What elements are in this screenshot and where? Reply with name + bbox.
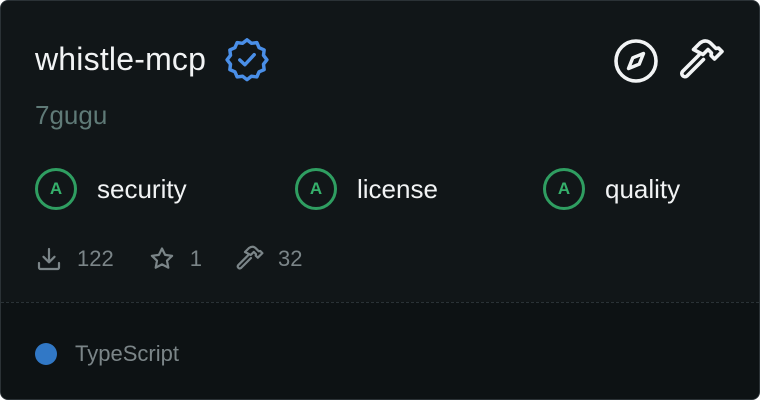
grade-security[interactable]: A security — [35, 165, 187, 213]
grade-badge: A — [35, 168, 77, 210]
download-count: 122 — [77, 246, 114, 271]
stats-row: 122 1 32 — [35, 241, 336, 277]
stat-stars: 1 — [148, 244, 202, 274]
download-icon — [37, 247, 61, 271]
card-actions — [613, 38, 725, 84]
stat-downloads: 122 — [35, 244, 114, 274]
grade-row: A security A license A quality — [35, 165, 735, 213]
stat-tools: 32 — [236, 244, 302, 274]
server-card[interactable]: whistle-mcp 7gugu A security A license A… — [0, 0, 760, 400]
grade-license[interactable]: A license — [295, 165, 438, 213]
compass-icon — [614, 39, 658, 83]
grade-label: license — [357, 174, 438, 204]
grade-label: security — [97, 174, 187, 204]
tools-button[interactable] — [679, 38, 725, 84]
grade-quality[interactable]: A quality — [543, 165, 680, 213]
hammer-icon — [680, 39, 724, 79]
title-row: whistle-mcp — [35, 37, 270, 82]
verified-badge-icon — [225, 38, 269, 82]
hammer-icon — [236, 245, 264, 270]
server-owner[interactable]: 7gugu — [35, 97, 107, 133]
language-indicator: TypeScript — [35, 340, 179, 368]
language-color-dot — [35, 343, 57, 365]
grade-badge: A — [295, 168, 337, 210]
star-count: 1 — [189, 246, 202, 271]
language-name: TypeScript — [75, 341, 179, 366]
card-body: whistle-mcp 7gugu A security A license A… — [1, 1, 759, 304]
star-icon — [150, 247, 173, 269]
grade-badge: A — [543, 168, 585, 210]
explore-button[interactable] — [613, 38, 659, 84]
server-name[interactable]: whistle-mcp — [35, 37, 206, 81]
tool-count: 32 — [277, 246, 303, 271]
grade-label: quality — [605, 174, 681, 204]
